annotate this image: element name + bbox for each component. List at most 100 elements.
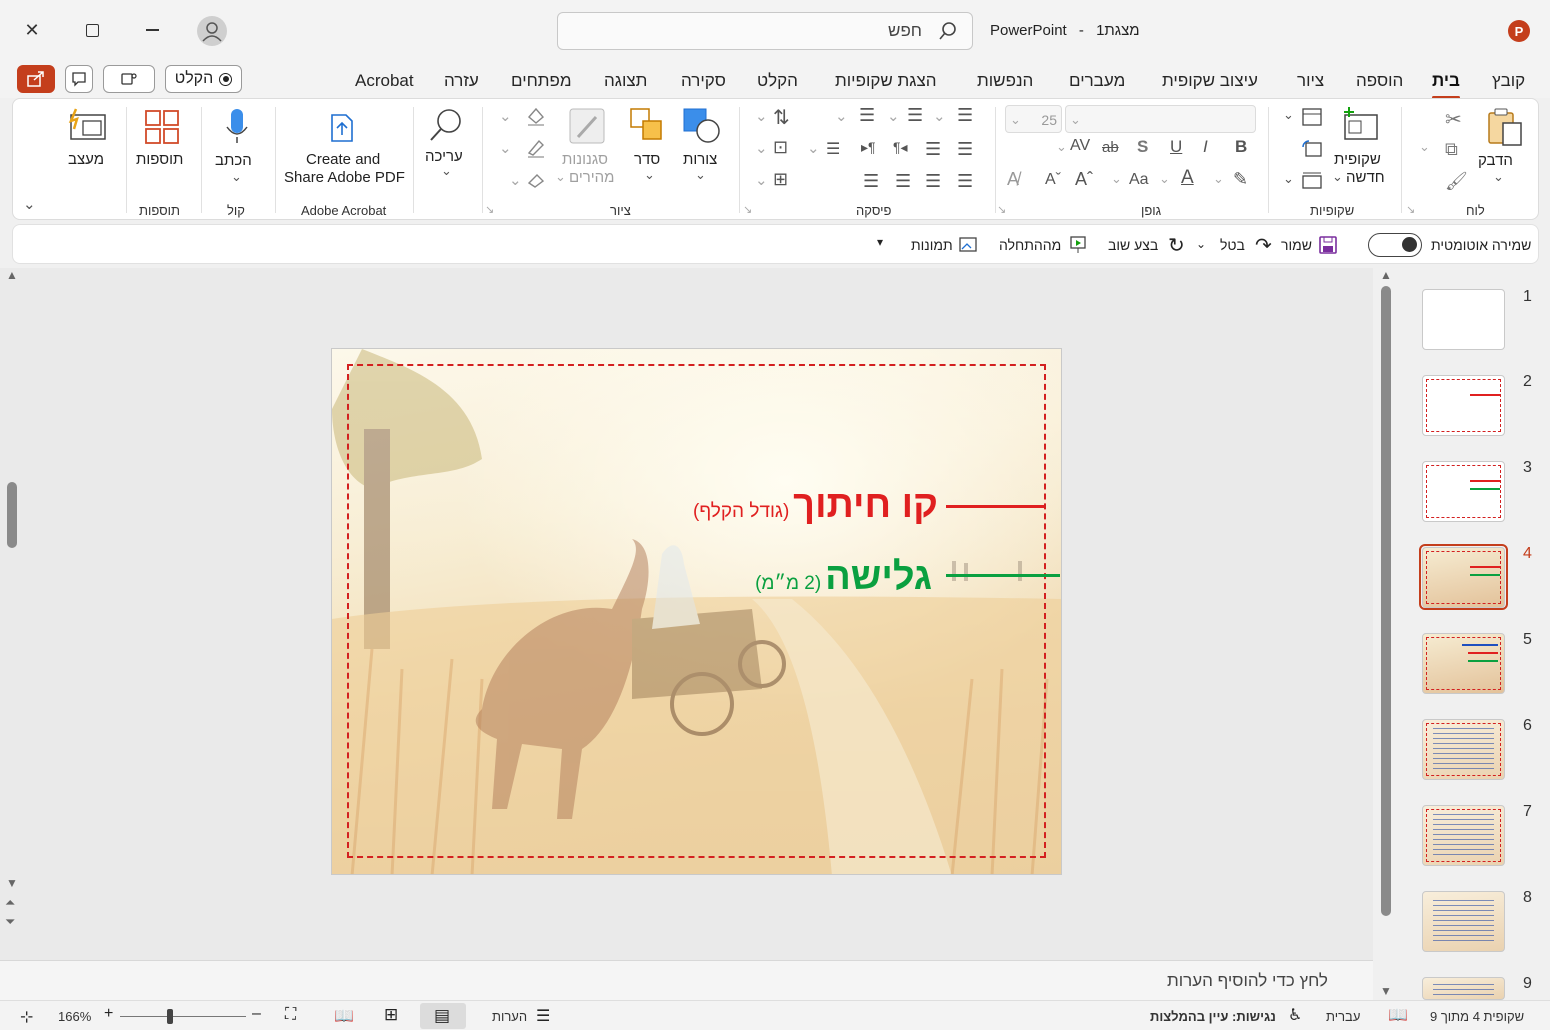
dialog-launcher-icon[interactable]: ↘ — [485, 203, 494, 216]
close-icon[interactable]: ✕ — [12, 10, 52, 50]
notes-toggle-label[interactable]: הערות — [492, 1009, 527, 1024]
scroll-down-icon[interactable]: ▼ — [1380, 984, 1392, 998]
change-case-label[interactable]: Aa — [1129, 171, 1149, 189]
chevron-down-icon[interactable]: ⌄ — [755, 171, 768, 189]
fit-to-window-icon[interactable]: ⊹ — [20, 1007, 33, 1027]
numbering-icon[interactable]: ☰ — [907, 105, 923, 126]
clear-formatting-icon[interactable]: A̸ — [1007, 169, 1019, 190]
zoom-in-icon[interactable]: + — [104, 1005, 113, 1023]
scroll-down-icon[interactable]: ▼ — [6, 876, 18, 890]
save-label[interactable]: שמור — [1281, 237, 1312, 253]
addins-icon[interactable] — [144, 109, 180, 148]
tab-record[interactable]: הקלט — [757, 71, 798, 91]
rtl-direction-icon[interactable]: ¶◂ — [893, 139, 908, 156]
chevron-down-icon[interactable]: ⌄ — [441, 163, 452, 179]
tab-help[interactable]: עזרה — [444, 71, 479, 91]
quick-styles-icon[interactable] — [568, 107, 606, 148]
notes-icon[interactable]: ☰ — [536, 1006, 550, 1026]
highlight-icon[interactable]: ✎ — [1233, 169, 1248, 190]
tab-developer[interactable]: מפתחים — [511, 71, 572, 91]
comments-icon[interactable] — [65, 65, 93, 93]
cut-icon[interactable]: ✂ — [1445, 107, 1462, 132]
chevron-down-icon[interactable]: ⌄ — [1419, 139, 1430, 155]
tab-acrobat[interactable]: Acrobat — [355, 71, 414, 91]
chevron-down-icon[interactable]: ⌄ — [695, 167, 706, 183]
designer-icon[interactable] — [67, 107, 109, 146]
chevron-down-icon[interactable]: ⌄ — [1196, 237, 1206, 251]
slide-thumbnail[interactable] — [1422, 461, 1505, 522]
dialog-launcher-icon[interactable]: ↘ — [743, 203, 752, 216]
tab-file[interactable]: קובץ — [1492, 71, 1525, 91]
thumbnails-scrollbar-thumb[interactable] — [1381, 286, 1391, 916]
undo-icon[interactable]: ↷ — [1255, 233, 1272, 258]
dialog-launcher-icon[interactable]: ↘ — [997, 203, 1006, 216]
tab-review[interactable]: סקירה — [681, 71, 726, 91]
chevron-down-icon[interactable]: ⌄ — [755, 107, 768, 125]
justify-icon[interactable]: ☰ — [863, 171, 879, 192]
chevron-down-icon[interactable]: ⌄ — [499, 107, 512, 125]
customize-qat-icon[interactable]: ▾ — [877, 235, 883, 249]
tab-design[interactable]: עיצוב שקופית — [1162, 71, 1258, 91]
zoom-level[interactable]: 166% — [58, 1009, 91, 1024]
increase-indent-icon[interactable]: ☰ — [957, 139, 973, 160]
notes-pane[interactable]: לחץ כדי להוסיף הערות — [0, 960, 1373, 1000]
slide-thumbnail[interactable] — [1422, 289, 1505, 350]
zoom-slider-thumb[interactable] — [167, 1009, 173, 1024]
chevron-down-icon[interactable]: ⌄ — [887, 107, 900, 125]
font-size-box[interactable]: ⌄ 25 — [1005, 105, 1062, 133]
undo-label[interactable]: בטל — [1220, 237, 1245, 253]
columns-icon[interactable]: ☰ — [826, 139, 840, 159]
font-color-icon[interactable]: A — [1181, 167, 1194, 189]
smartart-icon[interactable]: ⊞ — [773, 169, 788, 190]
line-spacing-icon[interactable]: ☰ — [859, 105, 875, 126]
slide-thumbnail[interactable] — [1422, 805, 1505, 866]
text-direction-icon[interactable]: ⇅ — [773, 105, 790, 130]
normal-view-button[interactable]: ▤ — [420, 1003, 466, 1029]
accessibility-status[interactable]: נגישות: עיין בהמלצות — [1150, 1009, 1276, 1024]
maximize-icon[interactable] — [72, 10, 112, 50]
decrease-font-icon[interactable]: Aˇ — [1045, 171, 1061, 189]
slide-thumbnail[interactable] — [1422, 977, 1505, 1000]
strikethrough-icon[interactable]: ab — [1102, 139, 1119, 156]
teams-icon[interactable] — [103, 65, 155, 93]
editor-scrollbar-thumb[interactable] — [7, 482, 17, 548]
chevron-down-icon[interactable]: ⌄ — [1213, 171, 1224, 187]
new-slide-icon[interactable] — [1341, 107, 1381, 146]
copy-icon[interactable]: ⧉ — [1445, 139, 1458, 160]
layout-icon[interactable] — [1301, 107, 1323, 130]
save-icon[interactable] — [1318, 235, 1338, 258]
slide-thumbnail[interactable] — [1422, 891, 1505, 952]
minimize-icon[interactable] — [132, 10, 172, 50]
account-avatar-icon[interactable] — [197, 16, 227, 46]
tab-animations[interactable]: הנפשות — [977, 71, 1033, 91]
chevron-down-icon[interactable]: ⌄ — [755, 139, 768, 157]
chevron-down-icon[interactable]: ⌄ — [835, 107, 848, 125]
chevron-down-icon[interactable]: ⌄ — [499, 139, 512, 157]
tab-home[interactable]: בית — [1432, 71, 1460, 99]
chevron-down-icon[interactable]: ⌄ — [509, 171, 522, 189]
scroll-up-icon[interactable]: ▲ — [1380, 268, 1392, 282]
chevron-down-icon[interactable]: ⌄ — [1056, 139, 1067, 155]
reading-view-icon[interactable]: 📖 — [334, 1006, 354, 1026]
chevron-down-icon[interactable]: ⌄ — [231, 169, 242, 185]
chevron-down-icon[interactable]: ⌄ — [1493, 169, 1504, 185]
format-painter-icon[interactable]: 🖌 — [1445, 171, 1468, 192]
ltr-direction-icon[interactable]: ▸¶ — [861, 139, 876, 156]
character-spacing-icon[interactable]: AV — [1070, 137, 1090, 155]
slide-sorter-icon[interactable]: ⊞ — [384, 1005, 398, 1025]
record-button[interactable]: הקלט — [165, 65, 242, 93]
ribbon-collapse-icon[interactable]: ⌄ — [23, 195, 36, 213]
shape-fill-icon[interactable] — [525, 105, 547, 130]
section-icon[interactable] — [1301, 171, 1323, 194]
tab-insert[interactable]: הוספה — [1356, 71, 1403, 91]
accessibility-icon[interactable]: ♿ — [1288, 1005, 1302, 1025]
chevron-down-icon[interactable]: ⌄ — [1283, 171, 1294, 187]
find-icon[interactable] — [427, 107, 467, 146]
zoom-slider-track[interactable] — [120, 1016, 246, 1017]
present-icon[interactable] — [1068, 235, 1088, 258]
autosave-toggle[interactable] — [1368, 233, 1422, 257]
align-text-icon[interactable]: ⊡ — [773, 137, 788, 158]
pictures-label[interactable]: תמונות — [911, 237, 953, 253]
increase-font-icon[interactable]: Aˆ — [1075, 169, 1093, 190]
shape-effects-icon[interactable] — [525, 169, 547, 192]
